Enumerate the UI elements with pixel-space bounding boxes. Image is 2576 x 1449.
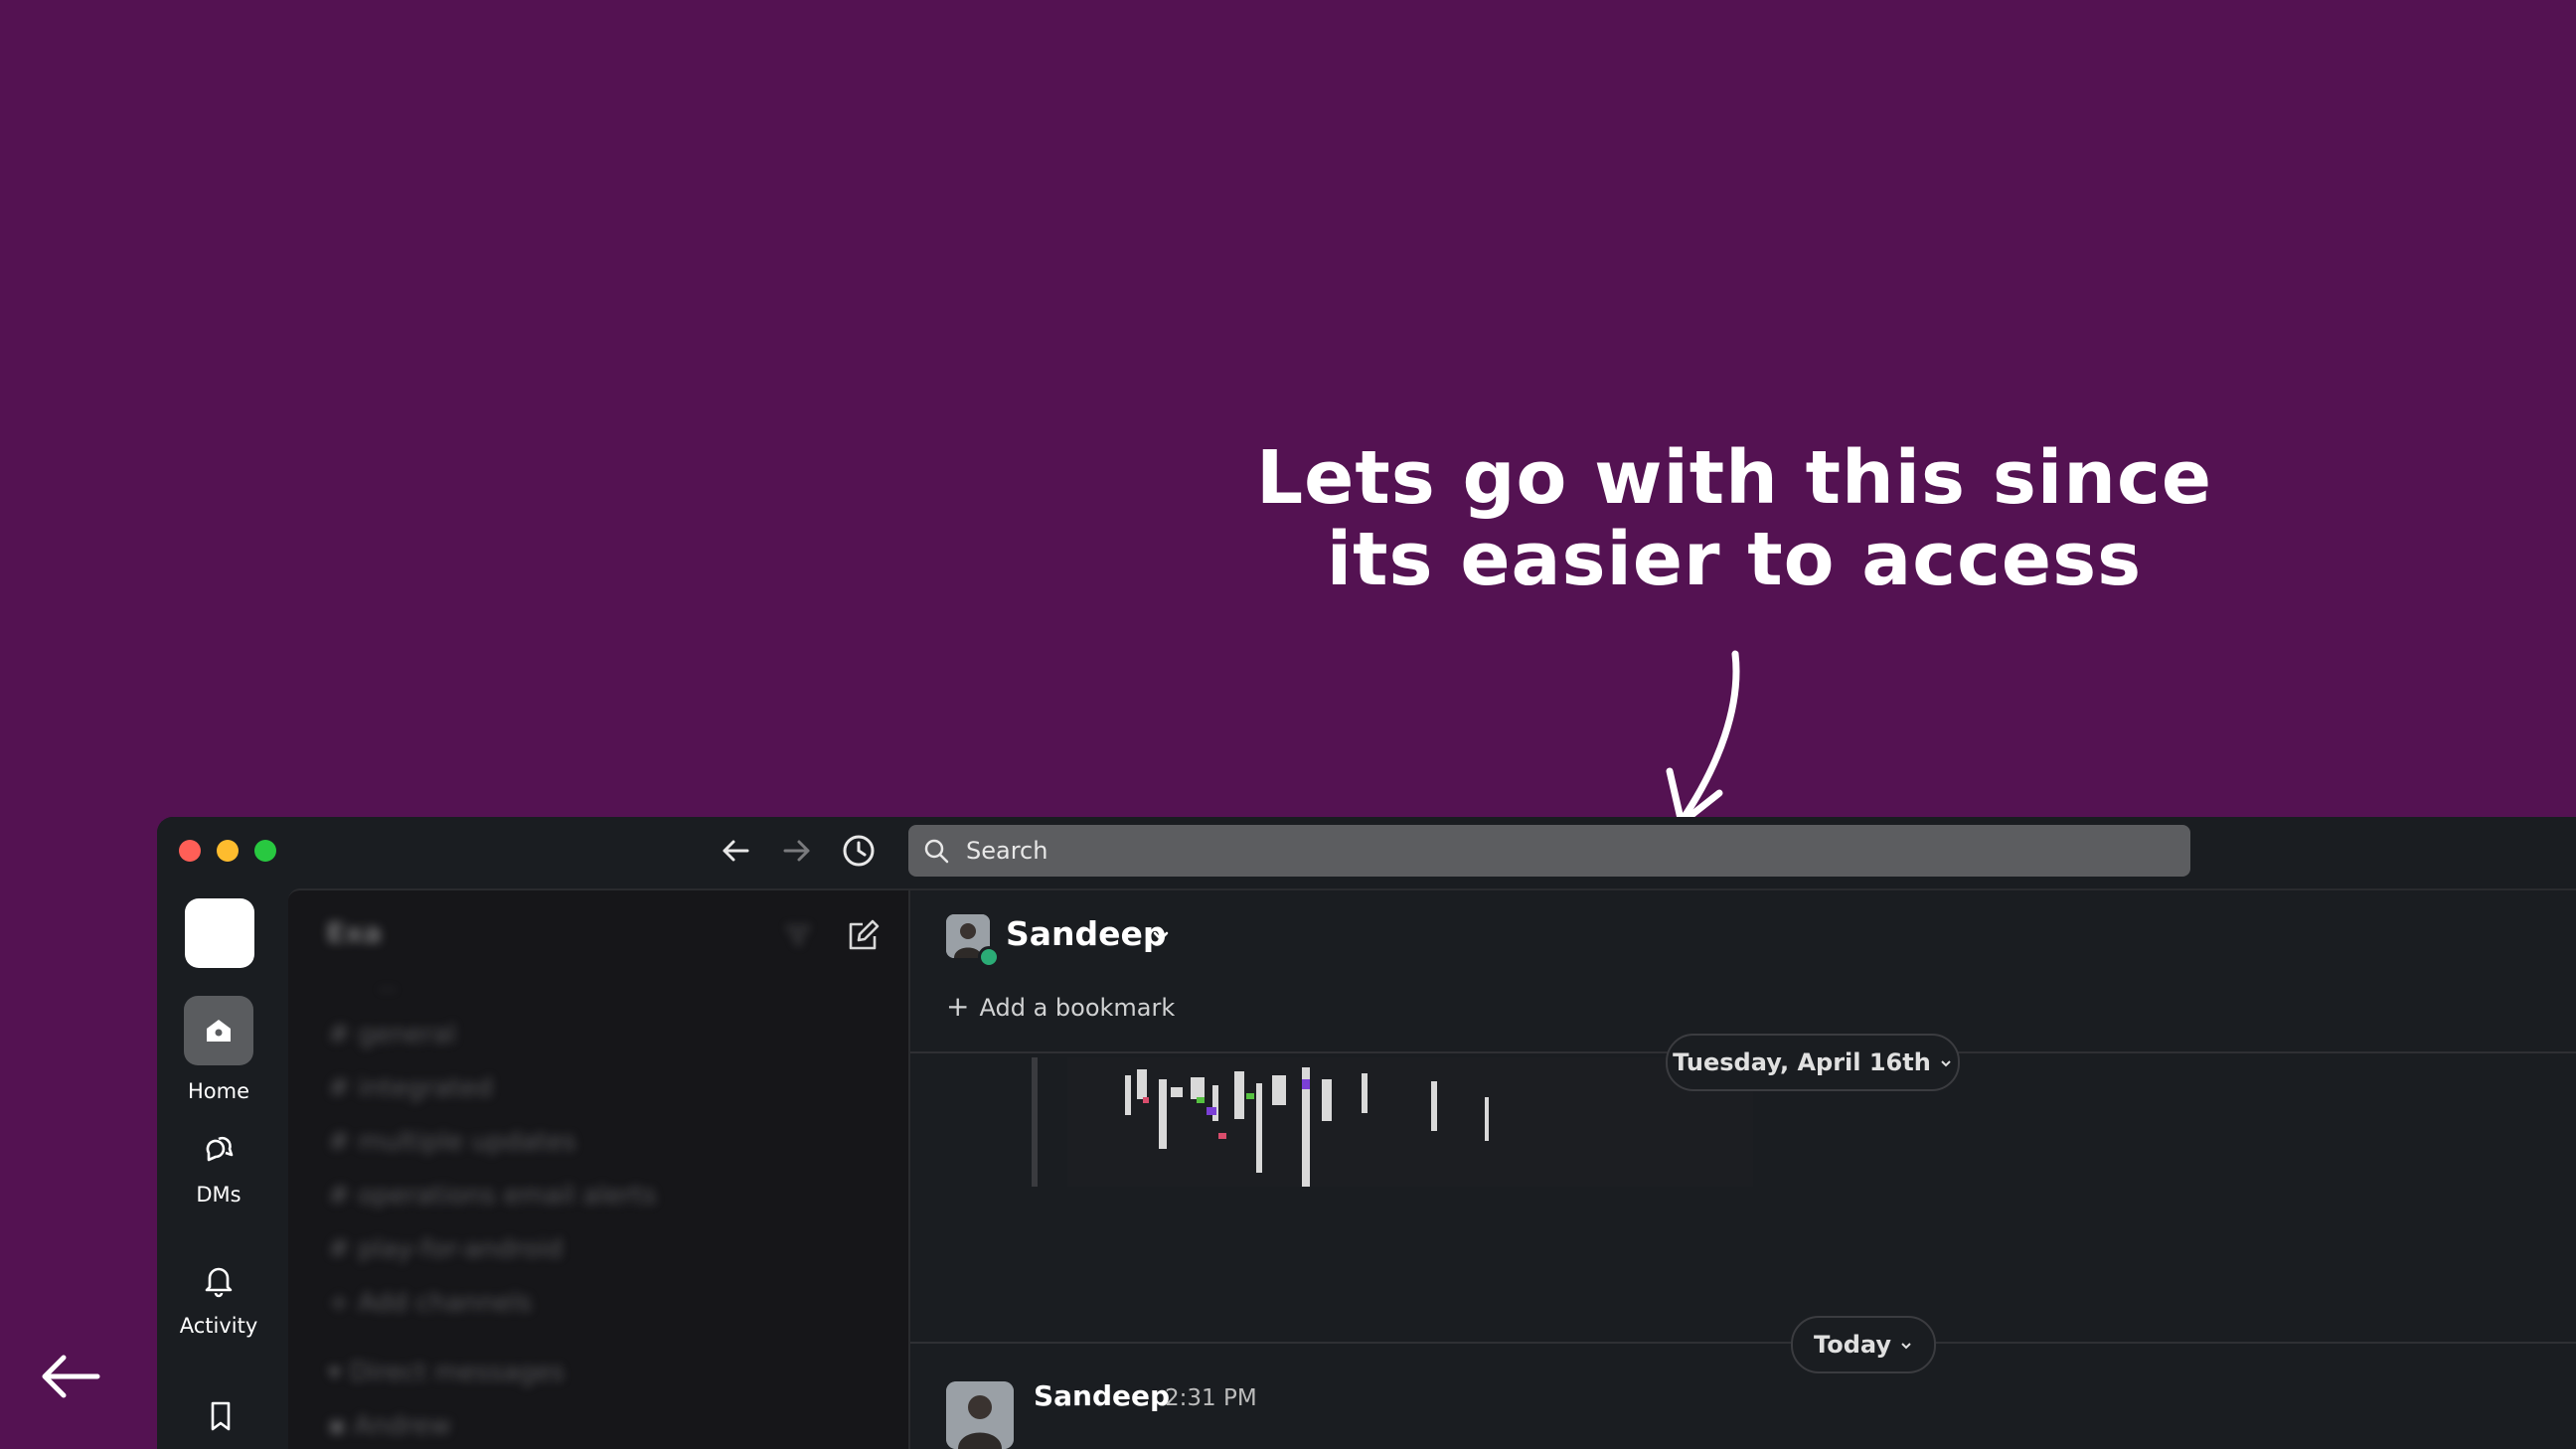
caption-text: Lets go with this since its easier to ac… bbox=[1193, 437, 2276, 600]
hand-drawn-arrow-icon bbox=[1666, 650, 1740, 827]
previous-slide-arrow-icon[interactable] bbox=[36, 1342, 105, 1411]
channel-main-pane: Sandeep + Add a bookmark Tuesday, April … bbox=[908, 888, 2576, 1449]
sidebar-row[interactable]: # general bbox=[328, 1020, 456, 1049]
filter-icon[interactable] bbox=[785, 922, 811, 948]
search-icon bbox=[924, 839, 949, 864]
caption-line-1: Lets go with this since bbox=[1255, 435, 2213, 521]
workspace-rail: Home DMs Activity bbox=[157, 888, 288, 1449]
message-author[interactable]: Sandeep bbox=[1034, 1379, 1170, 1412]
search-bar[interactable]: Search bbox=[908, 825, 2190, 877]
minimize-window-button[interactable] bbox=[217, 840, 239, 862]
sidebar-row[interactable]: ▾ Direct messages bbox=[328, 1358, 564, 1387]
workspace-name[interactable]: Exa bbox=[326, 916, 382, 949]
rail-item-dms[interactable]: DMs bbox=[157, 1129, 280, 1207]
close-window-button[interactable] bbox=[179, 840, 201, 862]
sidebar-row[interactable]: + Add channels bbox=[328, 1288, 532, 1318]
date-divider-button[interactable]: Tuesday, April 16th bbox=[1666, 1034, 1960, 1091]
rail-label-home: Home bbox=[187, 1079, 249, 1103]
today-divider-line bbox=[910, 1342, 2576, 1344]
rail-item-home[interactable]: Home bbox=[157, 996, 280, 1103]
sidebar-row[interactable]: # operations email alerts bbox=[328, 1181, 656, 1210]
dms-icon bbox=[206, 1136, 234, 1162]
add-bookmark-button[interactable]: + Add a bookmark bbox=[946, 990, 1175, 1023]
chevron-down-icon bbox=[1941, 1060, 1951, 1067]
sidebar-row[interactable]: # integrated bbox=[328, 1073, 493, 1103]
chevron-down-icon bbox=[1901, 1343, 1911, 1350]
sidebar-row[interactable]: ▪ Andrew bbox=[328, 1411, 451, 1441]
home-icon bbox=[184, 996, 253, 1065]
rail-label-dms: DMs bbox=[196, 1183, 242, 1207]
bookmark-icon[interactable] bbox=[201, 1395, 241, 1435]
sidebar-row[interactable]: # multiple updates bbox=[328, 1127, 576, 1157]
presence-indicator bbox=[978, 946, 1000, 968]
compose-icon[interactable] bbox=[845, 916, 883, 954]
channel-sidebar: Exa ... # general # integrated # multipl… bbox=[288, 888, 908, 1449]
screenshot-attachment-preview[interactable] bbox=[1067, 1057, 1753, 1187]
titlebar: Search bbox=[157, 817, 2576, 888]
sidebar-row[interactable]: ... bbox=[378, 972, 397, 996]
bell-icon bbox=[205, 1267, 233, 1298]
sidebar-row[interactable]: # play-for-android bbox=[328, 1234, 563, 1264]
channel-title[interactable]: Sandeep bbox=[1006, 914, 1167, 953]
back-arrow-icon[interactable] bbox=[716, 831, 755, 871]
message-avatar[interactable] bbox=[946, 1381, 1014, 1449]
caption-line-2: its easier to access bbox=[1326, 517, 2143, 602]
workspace-logo[interactable] bbox=[185, 898, 254, 968]
rail-item-activity[interactable]: Activity bbox=[157, 1260, 280, 1338]
search-placeholder: Search bbox=[966, 837, 1048, 865]
slack-window: Search Home DMs Activity Exa ... # gener… bbox=[157, 817, 2576, 1449]
forward-arrow-icon[interactable] bbox=[777, 831, 817, 871]
plus-icon: + bbox=[946, 990, 970, 1023]
chevron-down-icon[interactable] bbox=[1149, 924, 1173, 948]
today-divider-button[interactable]: Today bbox=[1791, 1316, 1936, 1373]
rail-label-activity: Activity bbox=[179, 1314, 258, 1338]
message-timestamp[interactable]: 2:31 PM bbox=[1165, 1385, 1257, 1411]
maximize-window-button[interactable] bbox=[254, 840, 276, 862]
attachment-quote-bar bbox=[1032, 1057, 1038, 1187]
history-clock-icon[interactable] bbox=[839, 831, 879, 871]
